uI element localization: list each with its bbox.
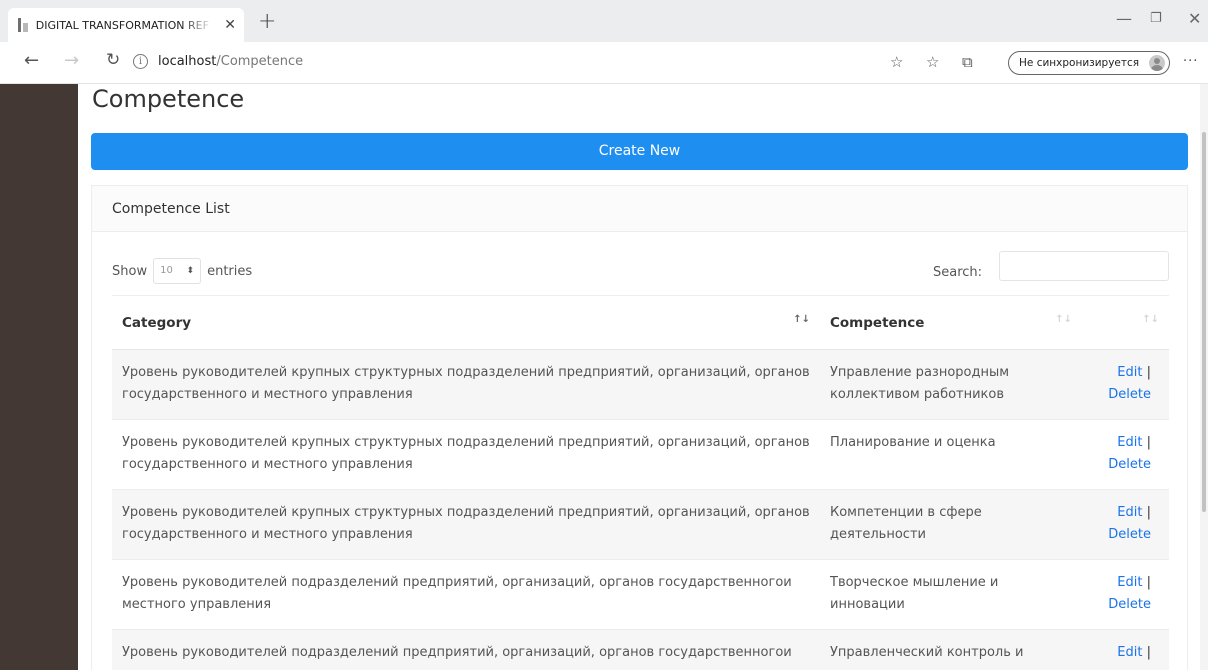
tab-title: DIGITAL TRANSFORMATION REF — [35, 18, 209, 32]
sort-icon: ↑↓ — [1055, 314, 1072, 325]
actions-cell: Edit | — [1082, 629, 1169, 670]
read-aloud-icon[interactable]: ☆ — [890, 53, 903, 71]
edit-link[interactable]: Edit — [1117, 645, 1142, 660]
entries-select-value: 10 — [160, 265, 173, 276]
site-favicon-icon — [16, 18, 30, 32]
sidebar — [0, 84, 78, 670]
reload-icon[interactable]: ↻ — [106, 50, 120, 70]
edit-link[interactable]: Edit — [1117, 365, 1142, 380]
entries-label: entries — [207, 263, 253, 279]
category-cell: Уровень руководителей крупных структурны… — [112, 349, 820, 420]
entries-select[interactable]: 10 ⬍ — [153, 258, 202, 284]
category-cell: Уровень руководителей крупных структурны… — [112, 489, 820, 560]
browser-tab[interactable]: DIGITAL TRANSFORMATION REF ✕ — [8, 8, 244, 42]
forward-arrow-icon[interactable]: → — [64, 50, 79, 71]
delete-link[interactable]: Delete — [1108, 597, 1151, 612]
back-arrow-icon[interactable]: ← — [24, 50, 39, 71]
competence-cell: Управление разнородным коллективом работ… — [820, 349, 1082, 420]
table-row: Уровень руководителей подразделений пред… — [112, 559, 1169, 630]
create-new-button[interactable]: Create New — [91, 133, 1188, 170]
competence-cell: Компетенции в сфере деятельности — [820, 489, 1082, 560]
table-row: Уровень руководителей крупных структурны… — [112, 419, 1169, 490]
competence-cell: Управленческий контроль и — [820, 629, 1082, 670]
actions-cell: Edit | Delete — [1082, 489, 1169, 560]
search-input[interactable] — [999, 251, 1169, 281]
column-header-actions[interactable]: ↑↓ — [1082, 295, 1169, 350]
card-header: Competence List — [92, 186, 1187, 232]
edit-link[interactable]: Edit — [1117, 575, 1142, 590]
favorites-icon[interactable]: ☆ — [926, 53, 939, 71]
actions-cell: Edit | Delete — [1082, 349, 1169, 420]
table-row: Уровень руководителей крупных структурны… — [112, 349, 1169, 420]
url-path: /Competence — [216, 54, 304, 69]
select-arrows-icon: ⬍ — [186, 266, 195, 276]
column-label: Competence — [830, 314, 925, 331]
category-cell: Уровень руководителей подразделений пред… — [112, 629, 820, 670]
sort-icon: ↑↓ — [793, 314, 810, 325]
avatar-icon — [1149, 55, 1166, 71]
category-cell: Уровень руководителей подразделений пред… — [112, 559, 820, 630]
competence-list-card: Competence List Show 10 ⬍ entries Search… — [91, 185, 1188, 670]
column-header-competence[interactable]: Competence ↑↓ — [820, 295, 1082, 350]
sync-label: Не синхронизируется — [1019, 57, 1140, 69]
column-header-category[interactable]: Category ↑↓ — [112, 295, 820, 350]
page-scrollbar[interactable] — [1200, 84, 1208, 670]
more-options-icon[interactable]: ··· — [1183, 54, 1198, 69]
delete-link[interactable]: Delete — [1108, 457, 1151, 472]
url-field[interactable]: localhost/Competence — [158, 54, 303, 69]
site-info-icon[interactable]: i — [133, 54, 148, 69]
close-window-icon[interactable]: ✕ — [1188, 9, 1201, 28]
delete-link[interactable]: Delete — [1108, 387, 1151, 402]
edit-link[interactable]: Edit — [1117, 505, 1142, 520]
show-label: Show — [112, 263, 148, 279]
browser-tab-bar: DIGITAL TRANSFORMATION REF ✕ + — ❐ ✕ — [0, 0, 1208, 42]
url-host: localhost — [158, 54, 217, 69]
address-bar: ← → ↻ i localhost/Competence ☆ ☆ ⧉ Не си… — [0, 42, 1208, 84]
new-tab-button[interactable]: + — [258, 9, 276, 34]
search-label: Search: — [933, 265, 983, 280]
delete-link[interactable]: Delete — [1108, 527, 1151, 542]
actions-cell: Edit | Delete — [1082, 559, 1169, 630]
edit-link[interactable]: Edit — [1117, 435, 1142, 450]
column-label: Category — [122, 314, 192, 331]
table-header-row: Category ↑↓ Competence ↑↓ ↑↓ — [112, 295, 1169, 350]
action-separator: | — [1142, 575, 1151, 590]
collections-icon[interactable]: ⧉ — [962, 53, 973, 71]
entries-length-control: Show 10 ⬍ entries — [112, 258, 252, 284]
action-separator: | — [1142, 645, 1151, 660]
sort-icon: ↑↓ — [1142, 314, 1159, 325]
category-cell: Уровень руководителей крупных структурны… — [112, 419, 820, 490]
table-row: Уровень руководителей крупных структурны… — [112, 489, 1169, 560]
competence-cell: Творческое мышление и инновации — [820, 559, 1082, 630]
action-separator: | — [1142, 435, 1151, 450]
actions-cell: Edit | Delete — [1082, 419, 1169, 490]
restore-icon[interactable]: ❐ — [1150, 11, 1162, 26]
profile-sync-button[interactable]: Не синхронизируется — [1008, 51, 1171, 75]
action-separator: | — [1142, 505, 1151, 520]
minimize-icon[interactable]: — — [1116, 9, 1132, 28]
page-title: Competence — [92, 85, 245, 113]
action-separator: | — [1142, 365, 1151, 380]
close-tab-icon[interactable]: ✕ — [224, 17, 236, 33]
scrollbar-thumb[interactable] — [1202, 132, 1206, 512]
competence-table: Category ↑↓ Competence ↑↓ ↑↓ Уровень рук… — [112, 295, 1169, 670]
table-row: Уровень руководителей подразделений пред… — [112, 629, 1169, 670]
competence-cell: Планирование и оценка — [820, 419, 1082, 490]
